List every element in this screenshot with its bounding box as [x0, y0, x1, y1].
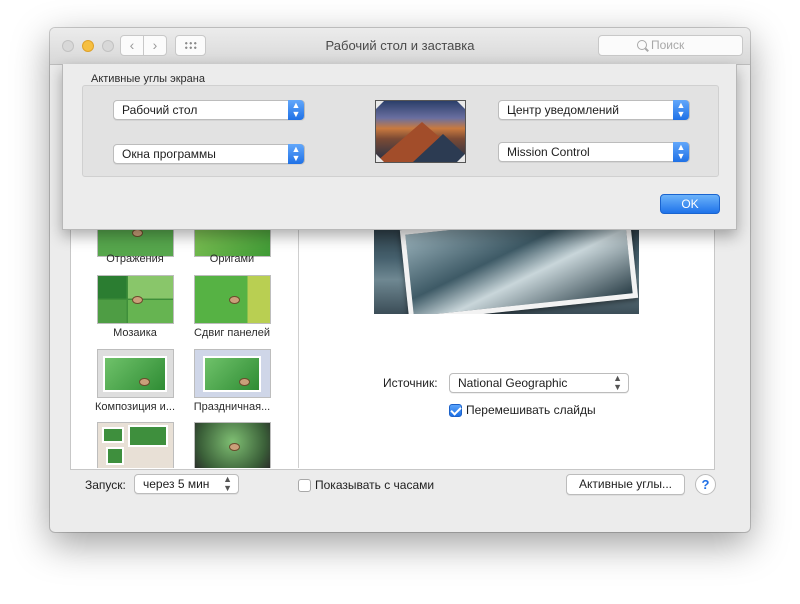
stepper-icon: ▲ ▼: [673, 100, 689, 120]
show-with-clock-checkbox[interactable]: [298, 479, 311, 492]
ladybug-icon: [132, 229, 143, 237]
screensaver-label: Мозаика: [113, 327, 157, 339]
top-left-corner-select[interactable]: Рабочий стол ▲ ▼: [113, 100, 305, 120]
hot-corners-sheet: Активные углы экрана Рабочий стол ▲ ▼ Окн…: [62, 64, 737, 230]
search-icon: [637, 40, 647, 50]
screensaver-preview: [374, 228, 639, 314]
stepper-icon: ▲ ▼: [288, 100, 304, 120]
top-left-corner-value: Рабочий стол: [122, 103, 198, 117]
bottom-left-corner-select[interactable]: Окна программы ▲ ▼: [113, 144, 305, 164]
hot-corners-button[interactable]: Активные углы...: [566, 474, 685, 495]
show-with-clock-label: Показывать с часами: [315, 478, 435, 492]
help-icon[interactable]: ?: [695, 474, 716, 495]
source-label: Источник:: [383, 376, 438, 390]
bottom-right-corner-value: Mission Control: [507, 145, 590, 159]
screensaver-thumb-sliding-panels[interactable]: [194, 275, 271, 324]
group-title: Активные углы экрана: [91, 73, 205, 85]
screensaver-thumb-composition[interactable]: [97, 349, 174, 398]
title-bar: ‹ › Рабочий стол и заставка Поиск: [50, 28, 750, 65]
shuffle-label: Перемешивать слайды: [466, 403, 596, 417]
stepper-icon: ▲ ▼: [223, 474, 232, 493]
start-delay-select[interactable]: через 5 мин ▲ ▼: [134, 474, 239, 494]
hot-corners-group: Рабочий стол ▲ ▼ Окна программы ▲ ▼ Центр …: [82, 85, 719, 177]
top-right-corner-select[interactable]: Центр уведомлений ▲ ▼: [498, 100, 690, 120]
screensaver-label: Отражения: [106, 253, 164, 265]
screensaver-thumb-mosaic[interactable]: [97, 275, 174, 324]
top-right-corner-value: Центр уведомлений: [507, 103, 619, 117]
stepper-icon: ▲ ▼: [673, 142, 689, 162]
start-delay-value: через 5 мин: [143, 477, 210, 491]
screensaver-thumb-vintage-prints[interactable]: [194, 422, 271, 468]
search-placeholder: Поиск: [651, 38, 685, 52]
screensaver-list[interactable]: Отражения Оригами Мозаика Сдвиг панелей …: [70, 208, 299, 468]
ladybug-icon: [239, 378, 250, 386]
stepper-icon: ▲ ▼: [288, 144, 304, 164]
stepper-icon: ▲ ▼: [613, 373, 622, 392]
ladybug-icon: [139, 378, 150, 386]
source-value: National Geographic: [458, 376, 568, 390]
ladybug-icon: [132, 296, 143, 304]
screensaver-label: Оригами: [209, 253, 255, 265]
source-select[interactable]: National Geographic ▲ ▼: [449, 373, 629, 393]
screensaver-label: Сдвиг панелей: [193, 327, 270, 339]
ok-button[interactable]: OK: [660, 194, 720, 214]
screensaver-thumb-holiday[interactable]: [194, 349, 271, 398]
search-field[interactable]: Поиск: [598, 35, 743, 56]
ladybug-icon: [229, 443, 240, 451]
screensaver-thumb-photo-wall[interactable]: [97, 422, 174, 468]
ladybug-icon: [229, 296, 240, 304]
shuffle-checkbox[interactable]: [449, 404, 462, 417]
screensaver-label: Композиция и...: [95, 401, 175, 413]
start-label: Запуск:: [85, 478, 126, 492]
screensaver-label: Праздничная...: [193, 401, 271, 413]
desktop-preview-image: [375, 100, 466, 163]
bottom-right-corner-select[interactable]: Mission Control ▲ ▼: [498, 142, 690, 162]
bottom-left-corner-value: Окна программы: [122, 147, 216, 161]
